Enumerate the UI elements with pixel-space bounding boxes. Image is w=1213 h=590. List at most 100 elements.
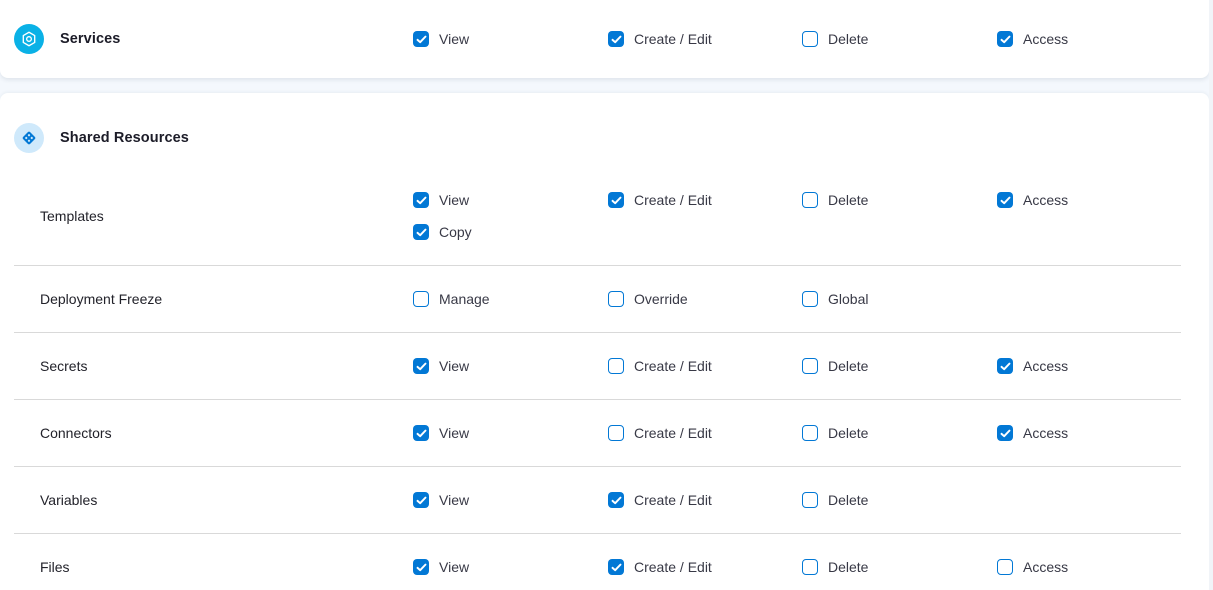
permission-cell: View xyxy=(413,490,608,510)
permission-cell: Create / Edit xyxy=(608,356,802,376)
checkbox-label: Delete xyxy=(828,356,868,376)
checkbox-create-edit[interactable]: Create / Edit xyxy=(608,557,712,577)
checkbox-label: Delete xyxy=(828,29,868,49)
checkbox-unchecked-icon[interactable] xyxy=(608,425,624,441)
checkbox-label: Create / Edit xyxy=(634,29,712,49)
permission-cell: View xyxy=(413,356,608,376)
checkbox-checked-icon[interactable] xyxy=(608,492,624,508)
checkbox-unchecked-icon[interactable] xyxy=(608,358,624,374)
checkbox-unchecked-icon[interactable] xyxy=(802,291,818,307)
checkbox-label: Copy xyxy=(439,222,472,242)
checkbox-checked-icon[interactable] xyxy=(997,192,1013,208)
checkbox-create-edit[interactable]: Create / Edit xyxy=(608,490,712,510)
resource-label: Secrets xyxy=(0,358,413,374)
checkbox-label: Create / Edit xyxy=(634,557,712,577)
permission-row-secrets: Secrets View Create / Edit Delete Access xyxy=(0,333,1209,399)
checkbox-label: View xyxy=(439,190,469,210)
checkbox-access[interactable]: Access xyxy=(997,356,1068,376)
permission-rows-container: Templates ViewCopy Create / Edit Delete … xyxy=(0,167,1209,590)
checkbox-view[interactable]: View xyxy=(413,490,469,510)
services-permission-cell: View xyxy=(413,29,608,49)
checkbox-global[interactable]: Global xyxy=(802,289,868,309)
checkbox-unchecked-icon[interactable] xyxy=(802,358,818,374)
checkbox-access[interactable]: Access xyxy=(997,557,1068,577)
checkbox-manage[interactable]: Manage xyxy=(413,289,490,309)
checkbox-checked-icon[interactable] xyxy=(413,192,429,208)
checkbox-unchecked-icon[interactable] xyxy=(802,492,818,508)
checkbox-label: Create / Edit xyxy=(634,490,712,510)
checkbox-access[interactable]: Access xyxy=(997,423,1068,443)
permission-cell: Create / Edit xyxy=(608,190,802,210)
checkbox-copy[interactable]: Copy xyxy=(413,222,472,242)
checkbox-unchecked-icon[interactable] xyxy=(802,559,818,575)
section-gap xyxy=(0,78,1213,93)
services-section-card: Services View Create / Edit Delete Acces… xyxy=(0,0,1209,78)
permission-row-deployment-freeze: Deployment Freeze Manage Override Global xyxy=(0,266,1209,332)
permission-cell: Access xyxy=(997,557,1209,577)
checkbox-delete[interactable]: Delete xyxy=(802,490,868,510)
permission-cell: Create / Edit xyxy=(608,490,802,510)
checkbox-checked-icon[interactable] xyxy=(608,559,624,575)
checkbox-unchecked-icon[interactable] xyxy=(413,291,429,307)
checkbox-checked-icon[interactable] xyxy=(997,425,1013,441)
checkbox-checked-icon[interactable] xyxy=(413,559,429,575)
checkbox-access[interactable]: Access xyxy=(997,29,1068,49)
checkbox-delete[interactable]: Delete xyxy=(802,190,868,210)
services-permission-cell: Create / Edit xyxy=(608,29,802,49)
permission-cell: Create / Edit xyxy=(608,423,802,443)
page-right-edge xyxy=(1209,0,1213,590)
checkbox-delete[interactable]: Delete xyxy=(802,423,868,443)
checkbox-checked-icon[interactable] xyxy=(413,492,429,508)
checkbox-delete[interactable]: Delete xyxy=(802,356,868,376)
checkbox-checked-icon[interactable] xyxy=(413,358,429,374)
checkbox-checked-icon[interactable] xyxy=(413,425,429,441)
checkbox-view[interactable]: View xyxy=(413,557,469,577)
checkbox-unchecked-icon[interactable] xyxy=(997,559,1013,575)
checkbox-create-edit[interactable]: Create / Edit xyxy=(608,190,712,210)
checkbox-checked-icon[interactable] xyxy=(413,31,429,47)
checkbox-create-edit[interactable]: Create / Edit xyxy=(608,423,712,443)
permission-cell: Access xyxy=(997,190,1209,210)
checkbox-label: View xyxy=(439,29,469,49)
services-permission-cell: Delete xyxy=(802,29,997,49)
services-section-title: Services xyxy=(60,31,120,47)
checkbox-delete[interactable]: Delete xyxy=(802,29,868,49)
checkbox-checked-icon[interactable] xyxy=(997,31,1013,47)
checkbox-override[interactable]: Override xyxy=(608,289,688,309)
shared-resources-section-card: Shared Resources Templates ViewCopy Crea… xyxy=(0,93,1209,590)
checkbox-label: Delete xyxy=(828,190,868,210)
checkbox-create-edit[interactable]: Create / Edit xyxy=(608,356,712,376)
permission-cell: Delete xyxy=(802,356,997,376)
permission-cell: Delete xyxy=(802,557,997,577)
checkbox-checked-icon[interactable] xyxy=(608,31,624,47)
services-permission-cell: Access xyxy=(997,29,1209,49)
shared-resources-icon xyxy=(14,123,44,153)
services-icon xyxy=(14,24,44,54)
checkbox-unchecked-icon[interactable] xyxy=(608,291,624,307)
checkbox-label: Manage xyxy=(439,289,490,309)
services-permission-row: Services View Create / Edit Delete Acces… xyxy=(0,24,1209,54)
permission-cell: Delete xyxy=(802,190,997,210)
permission-cell: Manage xyxy=(413,289,608,309)
permission-row-connectors: Connectors View Create / Edit Delete Acc… xyxy=(0,400,1209,466)
checkbox-checked-icon[interactable] xyxy=(608,192,624,208)
checkbox-checked-icon[interactable] xyxy=(413,224,429,240)
permission-cell: View xyxy=(413,557,608,577)
checkbox-view[interactable]: View xyxy=(413,356,469,376)
checkbox-checked-icon[interactable] xyxy=(997,358,1013,374)
checkbox-label: Override xyxy=(634,289,688,309)
checkbox-view[interactable]: View xyxy=(413,190,469,210)
checkbox-label: Create / Edit xyxy=(634,190,712,210)
checkbox-delete[interactable]: Delete xyxy=(802,557,868,577)
resource-label: Files xyxy=(0,559,413,575)
checkbox-unchecked-icon[interactable] xyxy=(802,31,818,47)
checkbox-label: Delete xyxy=(828,490,868,510)
checkbox-view[interactable]: View xyxy=(413,423,469,443)
permission-row-variables: Variables View Create / Edit Delete xyxy=(0,467,1209,533)
checkbox-access[interactable]: Access xyxy=(997,190,1068,210)
checkbox-unchecked-icon[interactable] xyxy=(802,425,818,441)
checkbox-unchecked-icon[interactable] xyxy=(802,192,818,208)
shared-resources-section-title: Shared Resources xyxy=(60,130,189,146)
checkbox-view[interactable]: View xyxy=(413,29,469,49)
checkbox-create-edit[interactable]: Create / Edit xyxy=(608,29,712,49)
